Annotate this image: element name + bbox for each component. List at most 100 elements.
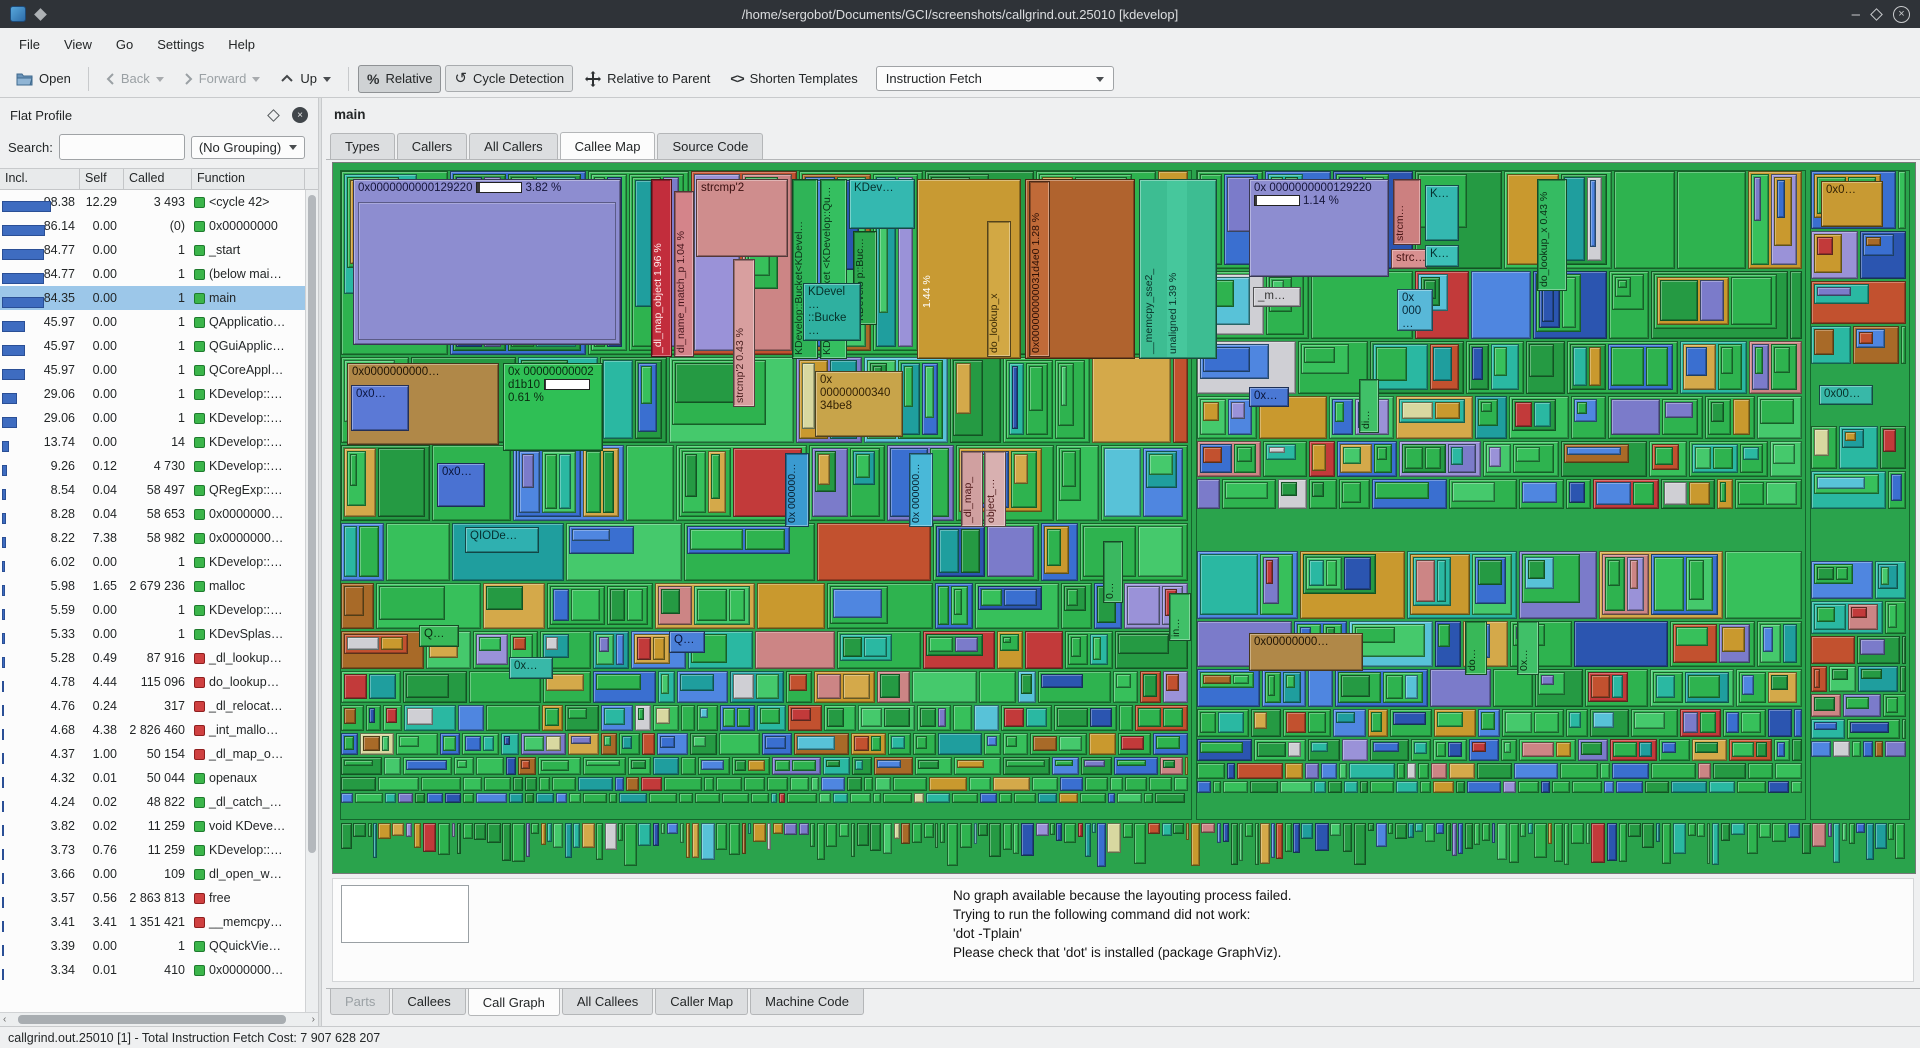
treemap-cell[interactable] (1071, 637, 1082, 657)
treemap-cell[interactable] (1260, 823, 1269, 864)
treemap-cell[interactable] (1554, 823, 1563, 862)
treemap-cell[interactable] (596, 674, 641, 690)
dock-float-icon[interactable] (267, 109, 280, 122)
treemap-cell[interactable] (1451, 447, 1464, 465)
treemap-cell[interactable] (1047, 529, 1061, 566)
treemap-cell[interactable] (1200, 712, 1216, 733)
treemap-cell[interactable] (1217, 823, 1221, 843)
treemap-cell[interactable] (1266, 560, 1274, 584)
treemap-cell[interactable] (1395, 823, 1407, 839)
treemap-cell[interactable] (817, 823, 825, 860)
treemap-cell[interactable] (1814, 329, 1834, 355)
treemap-cell[interactable] (1405, 675, 1418, 699)
treemap-cell[interactable] (947, 823, 958, 866)
treemap-cell[interactable] (552, 777, 576, 791)
treemap-cell[interactable] (1725, 551, 1802, 619)
scrollbar-thumb[interactable] (308, 195, 316, 853)
treemap-cell[interactable] (1092, 357, 1171, 443)
treemap-cell[interactable] (1478, 560, 1502, 585)
treemap-cell[interactable] (904, 366, 913, 407)
treemap-cell[interactable] (1237, 763, 1282, 779)
treemap-cell[interactable] (385, 793, 396, 803)
treemap-cell[interactable] (980, 793, 997, 803)
search-input[interactable] (59, 134, 185, 160)
treemap-cell[interactable] (603, 360, 633, 439)
treemap-block-kdevel-bucke[interactable]: KDevel… ::Bucke… (803, 283, 861, 341)
treemap-cell[interactable] (757, 583, 825, 629)
treemap-cell[interactable] (1817, 607, 1835, 622)
treemap-cell[interactable] (1534, 712, 1559, 733)
treemap-cell[interactable] (1859, 332, 1873, 344)
table-row[interactable]: 98.3812.293 493<cycle 42> (0, 190, 305, 214)
treemap-cell[interactable] (1713, 447, 1733, 469)
treemap-cell[interactable] (1203, 447, 1222, 463)
treemap-cell[interactable] (381, 637, 404, 650)
treemap-cell[interactable] (1860, 639, 1885, 655)
treemap-cell[interactable] (833, 793, 848, 803)
treemap-cell[interactable] (368, 823, 372, 837)
treemap-cell[interactable] (1437, 712, 1463, 727)
table-row[interactable]: 45.970.001QApplicatio… (0, 310, 305, 334)
table-row[interactable]: 3.413.411 351 421__memcpy… (0, 910, 305, 934)
treemap-cell[interactable] (1200, 742, 1243, 753)
shorten-templates-toggle[interactable]: <> Shorten Templates (722, 66, 865, 91)
treemap-cell[interactable] (541, 760, 569, 771)
treemap-cell[interactable] (737, 708, 750, 727)
minimize-button[interactable]: – (1852, 7, 1860, 22)
treemap-cell[interactable] (1276, 823, 1283, 859)
treemap-cell[interactable] (1817, 477, 1865, 489)
treemap-cell[interactable] (693, 736, 706, 747)
treemap-cell[interactable] (463, 793, 473, 803)
treemap-cell[interactable] (1888, 823, 1894, 840)
treemap-cell[interactable] (539, 777, 550, 791)
treemap-cell[interactable] (1783, 624, 1797, 663)
treemap-cell[interactable] (1125, 777, 1147, 791)
treemap-cell[interactable] (1509, 823, 1519, 863)
treemap-cell[interactable] (1741, 712, 1760, 733)
treemap-cell[interactable] (1607, 823, 1618, 861)
treemap-cell[interactable] (1772, 823, 1786, 842)
treemap-cell[interactable] (851, 823, 855, 857)
menu-help[interactable]: Help (217, 32, 266, 57)
treemap-cell[interactable] (1138, 526, 1183, 577)
treemap-cell[interactable] (1577, 402, 1587, 414)
treemap-cell[interactable] (553, 823, 563, 848)
treemap-cell[interactable] (1448, 742, 1462, 757)
treemap-cell[interactable] (1516, 447, 1540, 462)
treemap-cell[interactable] (1733, 399, 1750, 435)
treemap-cell[interactable] (1665, 402, 1693, 418)
treemap-block-0x31d4e0-label[interactable]: 0x000000000031d4e0 1.28 % (1029, 181, 1050, 357)
treemap-cell[interactable] (1866, 237, 1881, 246)
treemap-cell[interactable] (463, 777, 482, 791)
table-row[interactable]: 4.760.24317_dl_relocat… (0, 694, 305, 718)
treemap-cell[interactable] (1148, 823, 1160, 834)
table-row[interactable]: 4.371.0050 154_dl_map_o… (0, 742, 305, 766)
treemap-cell[interactable] (653, 757, 680, 775)
treemap-cell[interactable] (1343, 823, 1352, 852)
treemap-cell[interactable] (443, 736, 456, 751)
treemap-cell[interactable] (1166, 674, 1179, 691)
relative-to-parent-toggle[interactable]: Relative to Parent (577, 66, 718, 92)
relative-toggle[interactable]: % Relative (358, 65, 441, 93)
treemap-cell[interactable] (1138, 708, 1161, 727)
treemap-cell[interactable] (1505, 712, 1532, 733)
treemap-cell[interactable] (1197, 781, 1211, 793)
treemap-cell[interactable] (1089, 733, 1116, 755)
treemap-cell[interactable] (686, 823, 691, 858)
treemap-cell[interactable] (1250, 781, 1278, 793)
treemap-cell[interactable] (1472, 347, 1482, 380)
treemap-cell[interactable] (571, 736, 590, 744)
treemap-cell[interactable] (1163, 760, 1174, 768)
treemap-cell[interactable] (541, 823, 546, 845)
treemap-cell[interactable] (711, 454, 720, 499)
treemap-cell[interactable] (1144, 793, 1153, 803)
treemap-cell[interactable] (1033, 736, 1058, 751)
treemap-block-kdev-1[interactable]: KDev… (849, 179, 915, 229)
treemap-cell[interactable] (1458, 823, 1463, 854)
tab-callees[interactable]: Callees (392, 989, 465, 1015)
treemap-cell[interactable] (1676, 627, 1707, 646)
treemap-cell[interactable] (1231, 402, 1245, 419)
treemap-cell[interactable] (653, 823, 659, 846)
table-row[interactable]: 29.060.001KDevelop::… (0, 406, 305, 430)
treemap-cell[interactable] (1619, 823, 1627, 862)
